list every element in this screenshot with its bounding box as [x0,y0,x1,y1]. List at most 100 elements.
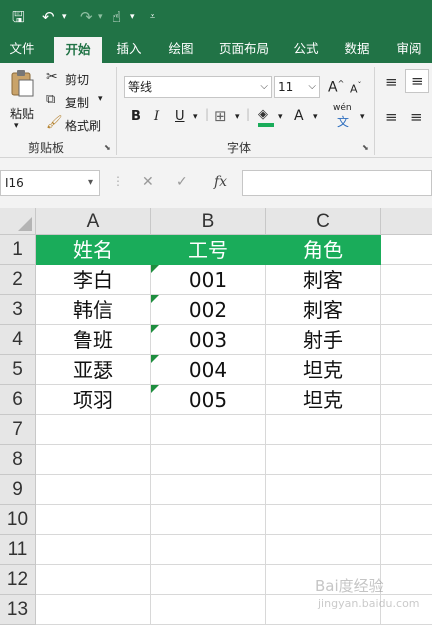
cell-d12[interactable] [381,565,432,595]
cell-a6[interactable]: 项羽 [36,385,151,415]
name-box[interactable]: I16 ▾ [0,170,100,196]
row-header-3[interactable]: 3 [0,295,36,325]
undo-icon[interactable]: ↶ [42,6,55,28]
cell-c4[interactable]: 射手 [266,325,381,355]
cancel-button[interactable]: ✕ [142,174,154,190]
cell-a12[interactable] [36,565,151,595]
tab-file[interactable]: 文件 [4,34,40,63]
number-as-text-indicator-icon[interactable] [151,325,159,333]
redo-icon[interactable]: ↷ [80,6,93,28]
cell-d8[interactable] [381,445,432,475]
tab-page-layout[interactable]: 页面布局 [214,34,274,63]
column-header-b[interactable]: B [151,208,266,235]
tab-home[interactable]: 开始 [54,37,102,63]
cell-c7[interactable] [266,415,381,445]
row-header-6[interactable]: 6 [0,385,36,415]
fill-color-dropdown-icon[interactable]: ▾ [278,112,283,122]
cell-a11[interactable] [36,535,151,565]
row-header-7[interactable]: 7 [0,415,36,445]
paste-dropdown-icon[interactable]: ▾ [14,121,19,131]
borders-icon[interactable]: ⊞ [214,107,227,125]
font-color-button[interactable]: A [294,108,304,124]
cell-c1[interactable]: 角色 [266,235,381,265]
cell-b12[interactable] [151,565,266,595]
number-as-text-indicator-icon[interactable] [151,295,159,303]
clipboard-launcher-icon[interactable]: ⬊ [104,143,111,152]
cell-c6[interactable]: 坦克 [266,385,381,415]
cell-c11[interactable] [266,535,381,565]
cell-b4[interactable]: 003 [151,325,266,355]
decrease-font-size-button[interactable]: Aˇ [350,81,362,96]
cell-d7[interactable] [381,415,432,445]
cell-d10[interactable] [381,505,432,535]
row-header-11[interactable]: 11 [0,535,36,565]
align-middle-button[interactable]: ≡ [405,69,429,93]
row-header-5[interactable]: 5 [0,355,36,385]
underline-dropdown-icon[interactable]: ▾ [193,112,198,122]
cell-c8[interactable] [266,445,381,475]
align-left-icon[interactable]: ≡ [385,108,398,126]
cell-b6[interactable]: 005 [151,385,266,415]
row-header-4[interactable]: 4 [0,325,36,355]
column-header-c[interactable]: C [266,208,381,235]
tab-data[interactable]: 数据 [338,34,376,63]
phonetic-button[interactable]: wén 文 [333,103,363,131]
cell-d11[interactable] [381,535,432,565]
cell-a1[interactable]: 姓名 [36,235,151,265]
underline-button[interactable]: U [175,109,185,124]
touch-mode-icon[interactable]: ☝ [112,6,121,28]
tab-draw[interactable]: 绘图 [162,34,200,63]
cell-b7[interactable] [151,415,266,445]
tab-review[interactable]: 审阅 [390,34,428,63]
enter-button[interactable]: ✓ [176,174,188,190]
cell-b3[interactable]: 002 [151,295,266,325]
redo-dropdown-icon[interactable]: ▾ [98,8,103,26]
column-header-d[interactable] [381,208,432,235]
customize-icon[interactable]: ⩡ [150,8,155,26]
undo-dropdown-icon[interactable]: ▾ [62,8,67,26]
cell-c2[interactable]: 刺客 [266,265,381,295]
cell-a7[interactable] [36,415,151,445]
cell-d2[interactable] [381,265,432,295]
copy-dropdown-icon[interactable]: ▾ [98,94,103,104]
cell-d4[interactable] [381,325,432,355]
cell-d5[interactable] [381,355,432,385]
font-name-select[interactable]: 等线 ⌵ [124,76,272,98]
increase-font-size-button[interactable]: A^ [328,79,344,96]
row-header-10[interactable]: 10 [0,505,36,535]
row-header-9[interactable]: 9 [0,475,36,505]
insert-function-button[interactable]: fx [214,174,227,190]
row-header-13[interactable]: 13 [0,595,36,625]
fill-color-button[interactable]: ◈ [257,107,277,127]
phonetic-dropdown-icon[interactable]: ▾ [360,112,365,122]
align-top-icon[interactable]: ≡ [385,73,398,91]
borders-dropdown-icon[interactable]: ▾ [235,112,240,122]
font-launcher-icon[interactable]: ⬊ [362,143,369,152]
font-color-dropdown-icon[interactable]: ▾ [313,112,318,122]
row-header-2[interactable]: 2 [0,265,36,295]
number-as-text-indicator-icon[interactable] [151,385,159,393]
cell-a5[interactable]: 亚瑟 [36,355,151,385]
bold-button[interactable]: B [131,109,141,124]
row-header-8[interactable]: 8 [0,445,36,475]
cell-b2[interactable]: 001 [151,265,266,295]
formula-input[interactable] [242,170,432,196]
select-all-button[interactable] [0,208,36,235]
row-header-12[interactable]: 12 [0,565,36,595]
cell-b5[interactable]: 004 [151,355,266,385]
paste-button[interactable]: 粘贴 [4,67,40,127]
save-icon[interactable]: 🖫 [12,6,25,28]
cut-button[interactable]: ✂ 剪切 [46,69,98,89]
copy-button[interactable]: ⧉ 复制 ▾ [46,92,108,112]
cell-a2[interactable]: 李白 [36,265,151,295]
cell-b8[interactable] [151,445,266,475]
cell-a9[interactable] [36,475,151,505]
cell-c3[interactable]: 刺客 [266,295,381,325]
font-size-select[interactable]: 11 ⌵ [274,76,320,98]
italic-button[interactable]: I [154,109,159,124]
cell-c9[interactable] [266,475,381,505]
cell-b9[interactable] [151,475,266,505]
format-painter-button[interactable]: 🖌 格式刷 [46,115,108,135]
cell-b10[interactable] [151,505,266,535]
touch-dropdown-icon[interactable]: ▾ [130,8,135,26]
